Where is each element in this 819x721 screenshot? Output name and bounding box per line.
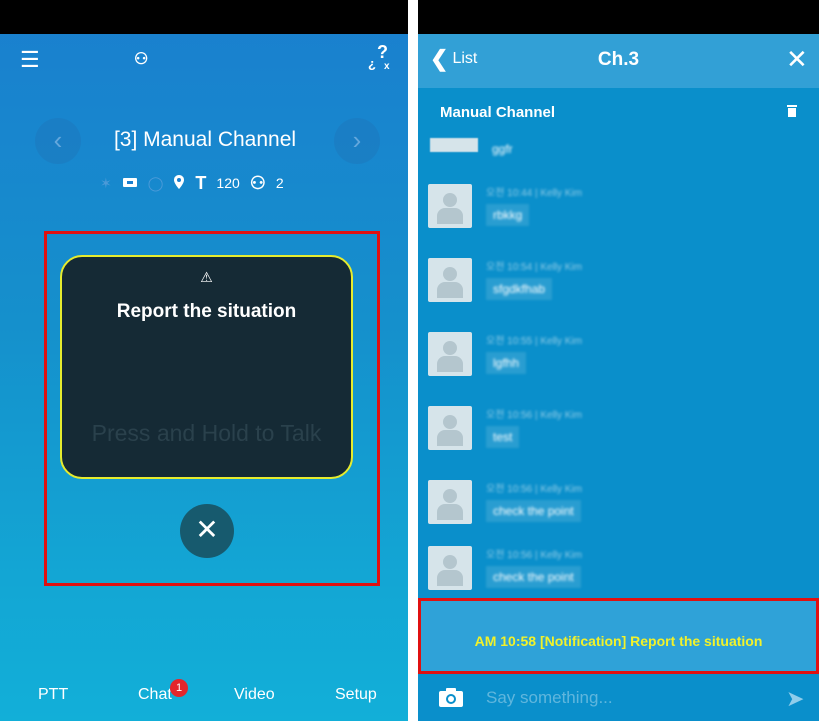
svg-text:?: ? [377,42,388,62]
shield-icon: ◯ [147,174,164,191]
ptt-talk-button[interactable]: ⚠ Report the situation Press and Hold to… [60,255,353,479]
location-pin-icon [173,174,185,193]
status-bar [418,0,819,34]
channel-title: [3] Manual Channel [113,128,297,151]
tab-chat[interactable]: Chat [138,686,172,704]
talk-time-icon: T [195,172,207,193]
talk-time-value: 120 [216,175,240,191]
message-meta: 오전 10:56 | Kelly Kim [486,550,583,561]
message-item: 오전 10:44 | Kelly Kim rbkkg [428,180,788,240]
members-count: 2 [275,175,284,191]
avatar [428,258,472,302]
members-icon: ⚇ [249,172,266,193]
channel-name: Manual Channel [440,104,556,121]
trash-icon[interactable] [786,104,798,120]
avatar [428,184,472,228]
message-text: lgfhh [486,352,527,374]
press-hold-hint: Press and Hold to Talk [91,420,322,446]
message-item: 오전 10:56 | Kelly Kim test [428,402,788,462]
tab-ptt[interactable]: PTT [38,686,68,704]
message-item: 오전 10:55 | Kelly Kim lgfhh [428,328,788,388]
message-item: 오전 10:56 | Kelly Kim check the point [428,542,788,598]
message-item: 오전 10:56 | Kelly Kim check the point [428,476,788,536]
help-icon[interactable]: ? ¿ x [366,42,396,72]
message-text: rbkkg [486,204,530,226]
camera-icon[interactable] [438,686,464,708]
message-meta: 오전 10:56 | Kelly Kim [486,410,583,421]
chat-screen: ❮ List Ch.3 ✕ Manual Channel ggfr 오전 10:… [418,0,819,721]
avatar [428,406,472,450]
message-text: test [486,426,520,448]
message-input[interactable] [486,684,776,712]
svg-text:x: x [384,61,390,72]
device-icon [122,175,138,191]
ptt-screen: ☰ ⚇ ? ¿ x ‹ › [3] Manual Channel ✶ ◯ T 1… [0,0,408,721]
send-icon[interactable]: ➤ [786,686,804,712]
tab-setup[interactable]: Setup [335,686,377,704]
svg-text:¿: ¿ [368,56,376,71]
message-text: check the point [486,566,581,588]
hamburger-icon[interactable]: ☰ [20,49,44,71]
message-text: sfgdkfhab [486,278,553,300]
message-meta: 오전 10:44 | Kelly Kim [486,188,583,199]
next-channel-button[interactable]: › [334,118,380,164]
message-meta: 오전 10:54 | Kelly Kim [486,262,583,273]
prev-channel-button[interactable]: ‹ [35,118,81,164]
situation-title: Report the situation [116,301,297,322]
message-meta: 오전 10:56 | Kelly Kim [486,484,583,495]
close-icon[interactable]: ✕ [786,44,808,75]
chat-title-bar: ❮ List Ch.3 ✕ [418,34,819,88]
avatar [428,332,472,376]
avatar [430,138,478,152]
message-input-bar: ➤ [418,676,819,721]
message-item: 오전 10:54 | Kelly Kim sfgdkfhab [428,254,788,314]
message-text: check the point [486,500,581,522]
notification-banner[interactable]: AM 10:58 [Notification] Report the situa… [418,598,819,674]
notification-text: AM 10:58 [Notification] Report the situa… [474,633,763,649]
bluetooth-icon: ✶ [100,174,112,191]
message-text: ggfr [492,142,513,156]
close-situation-button[interactable]: ✕ [180,504,234,558]
tab-video[interactable]: Video [234,686,275,704]
warning-icon: ⚠ [200,269,213,285]
help-icon-glyph: ? ¿ x [368,42,390,72]
channel-status-row: ✶ ◯ T 120 ⚇ 2 [100,172,284,194]
status-bar [0,0,408,34]
contacts-icon[interactable]: ⚇ [134,50,158,70]
message-meta: 오전 10:55 | Kelly Kim [486,336,583,347]
avatar [428,480,472,524]
avatar [428,546,472,590]
chat-title: Ch.3 [597,49,640,70]
chat-unread-badge: 1 [170,679,188,697]
